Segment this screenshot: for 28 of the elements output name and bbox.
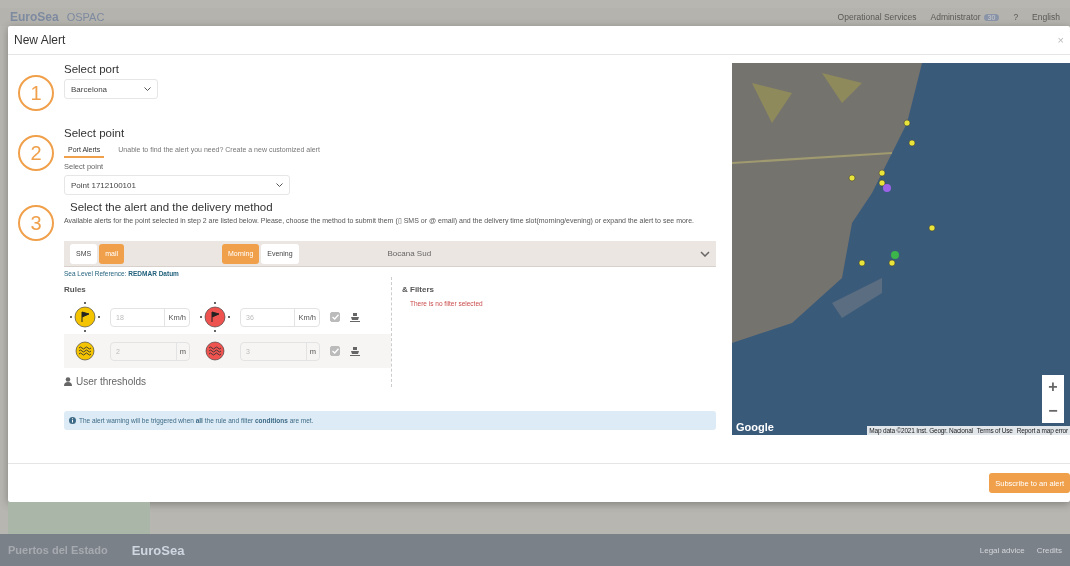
footer-logo: EuroSea [131, 542, 185, 558]
checkbox[interactable] [330, 346, 340, 356]
section-title: Rules [64, 285, 87, 294]
nav-link[interactable]: English [1032, 12, 1060, 22]
step-title: Select the alert and the delivery method [70, 201, 274, 213]
nav-link[interactable]: ? [1013, 12, 1019, 22]
port-select[interactable]: Barcelona [64, 79, 158, 99]
section-title: & Filters [402, 285, 435, 294]
step-number: 3 [18, 205, 54, 241]
location-label: Bocana Sud [387, 249, 432, 258]
app-name: OSPAC [66, 11, 105, 23]
user-thresholds-label: User thresholds [76, 376, 147, 387]
chevron-icon[interactable] [699, 250, 710, 257]
nav-link[interactable]: Operational Services [837, 12, 917, 22]
user-icon [64, 377, 72, 386]
step-title: Select port [64, 63, 120, 75]
caret-icon [276, 183, 283, 187]
ship-icon [350, 312, 360, 322]
point-select[interactable]: Point 1712100101 [64, 175, 290, 195]
ship-icon [350, 346, 360, 356]
checkbox[interactable] [330, 312, 340, 322]
step-number: 1 [18, 75, 54, 111]
caret-icon [144, 87, 151, 91]
info-icon [69, 417, 76, 424]
step-title: Select point [64, 127, 126, 139]
dialog-title: New Alert [14, 33, 66, 47]
map-logo: Google [735, 421, 774, 433]
step-number: 2 [18, 135, 54, 171]
